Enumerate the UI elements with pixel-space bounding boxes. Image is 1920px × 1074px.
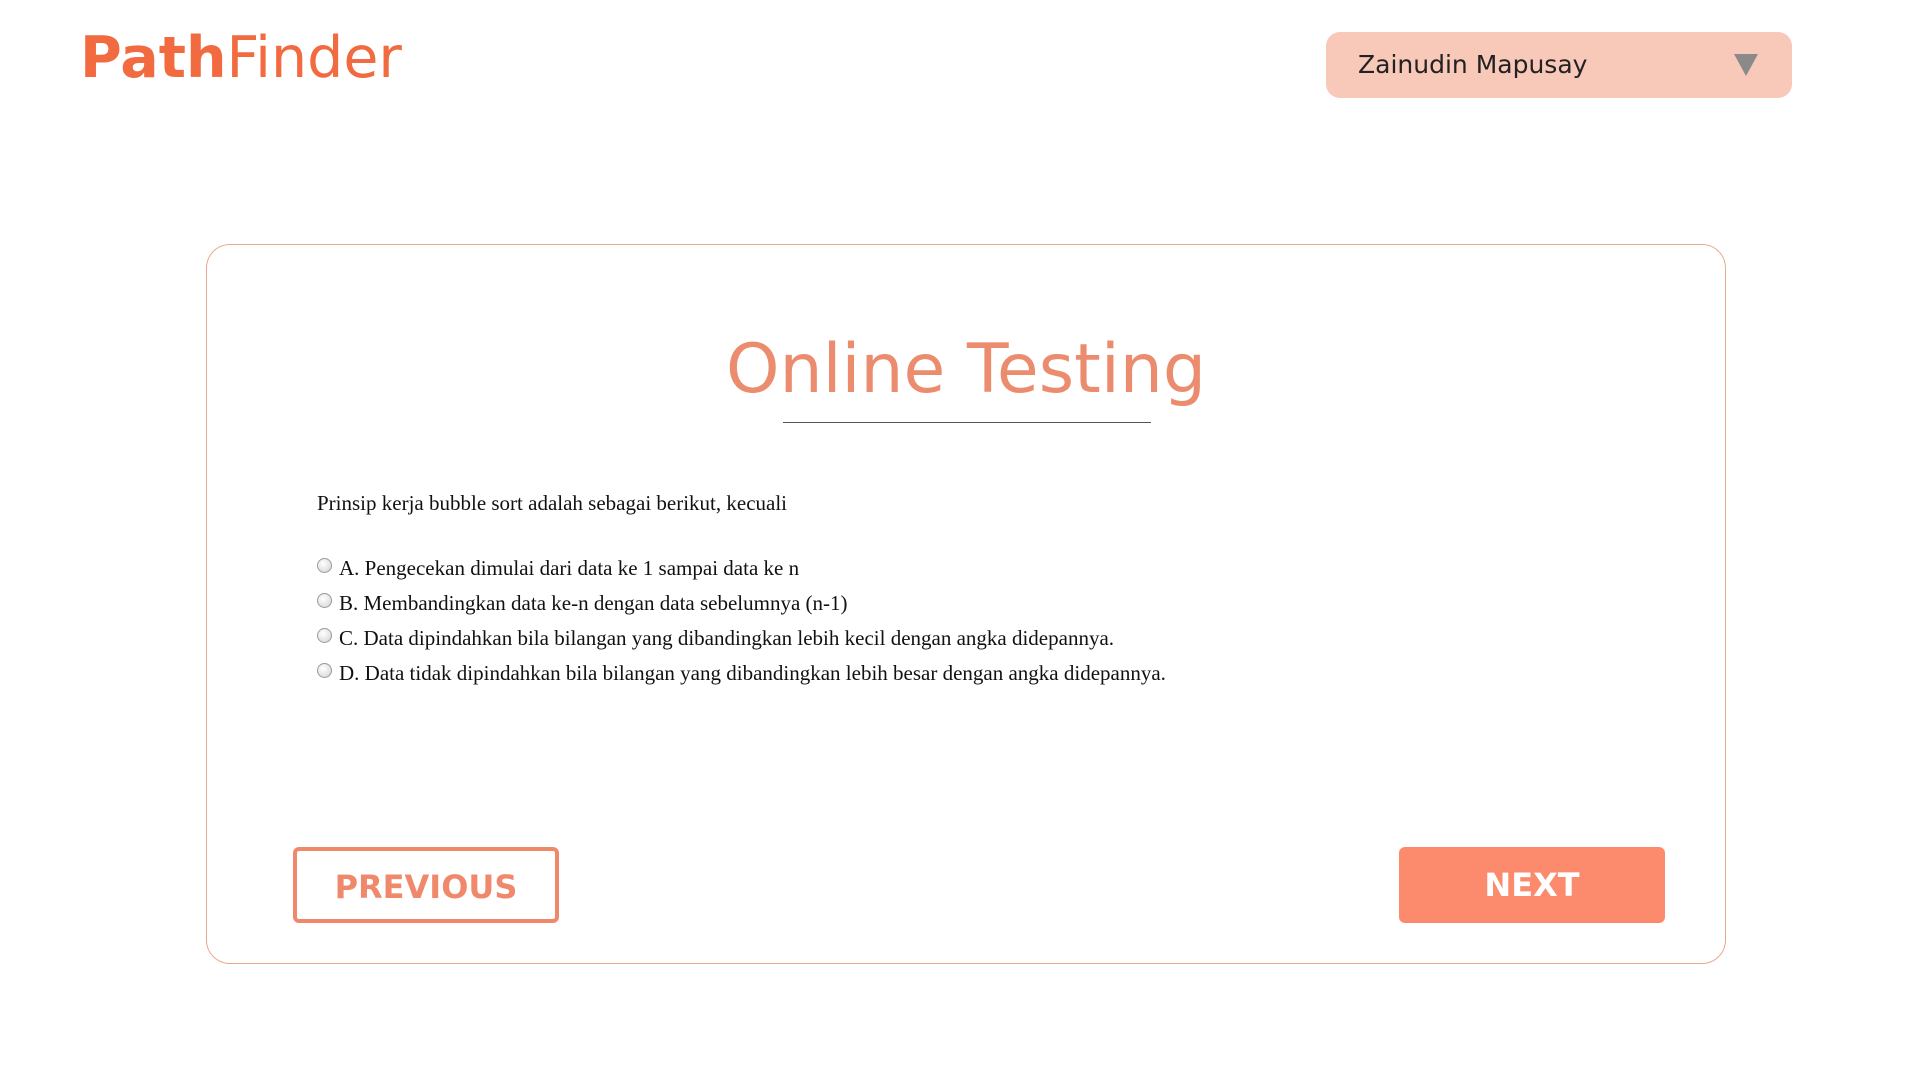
page-title: Online Testing [725, 330, 1207, 409]
option-b-label: B. Membandingkan data ke-n dengan data s… [339, 591, 848, 615]
title-underline [783, 422, 1151, 423]
logo[interactable]: PathFinder [80, 22, 402, 94]
logo-finder-text: Finder [226, 25, 402, 91]
user-name: Zainudin Mapusay [1358, 50, 1588, 79]
radio-option-c[interactable] [317, 628, 332, 643]
option-c[interactable]: C. Data dipindahkan bila bilangan yang d… [317, 621, 1166, 656]
option-b[interactable]: B. Membandingkan data ke-n dengan data s… [317, 586, 1166, 621]
option-a[interactable]: A. Pengecekan dimulai dari data ke 1 sam… [317, 551, 1166, 586]
option-d[interactable]: D. Data tidak dipindahkan bila bilangan … [317, 656, 1166, 691]
radio-option-b[interactable] [317, 593, 332, 608]
caret-down-icon [1734, 54, 1758, 76]
logo-path-text: Path [80, 25, 227, 91]
next-button[interactable]: NEXT [1399, 847, 1665, 923]
answer-options: A. Pengecekan dimulai dari data ke 1 sam… [317, 551, 1166, 691]
option-d-label: D. Data tidak dipindahkan bila bilangan … [339, 661, 1166, 685]
question-text: Prinsip kerja bubble sort adalah sebagai… [317, 491, 788, 515]
test-card: Online Testing Prinsip kerja bubble sort… [206, 244, 1726, 964]
user-menu-dropdown[interactable]: Zainudin Mapusay [1326, 32, 1792, 98]
option-a-label: A. Pengecekan dimulai dari data ke 1 sam… [339, 556, 800, 580]
option-c-label: C. Data dipindahkan bila bilangan yang d… [339, 626, 1115, 650]
previous-button[interactable]: PREVIOUS [293, 847, 559, 923]
radio-option-a[interactable] [317, 558, 332, 573]
radio-option-d[interactable] [317, 663, 332, 678]
